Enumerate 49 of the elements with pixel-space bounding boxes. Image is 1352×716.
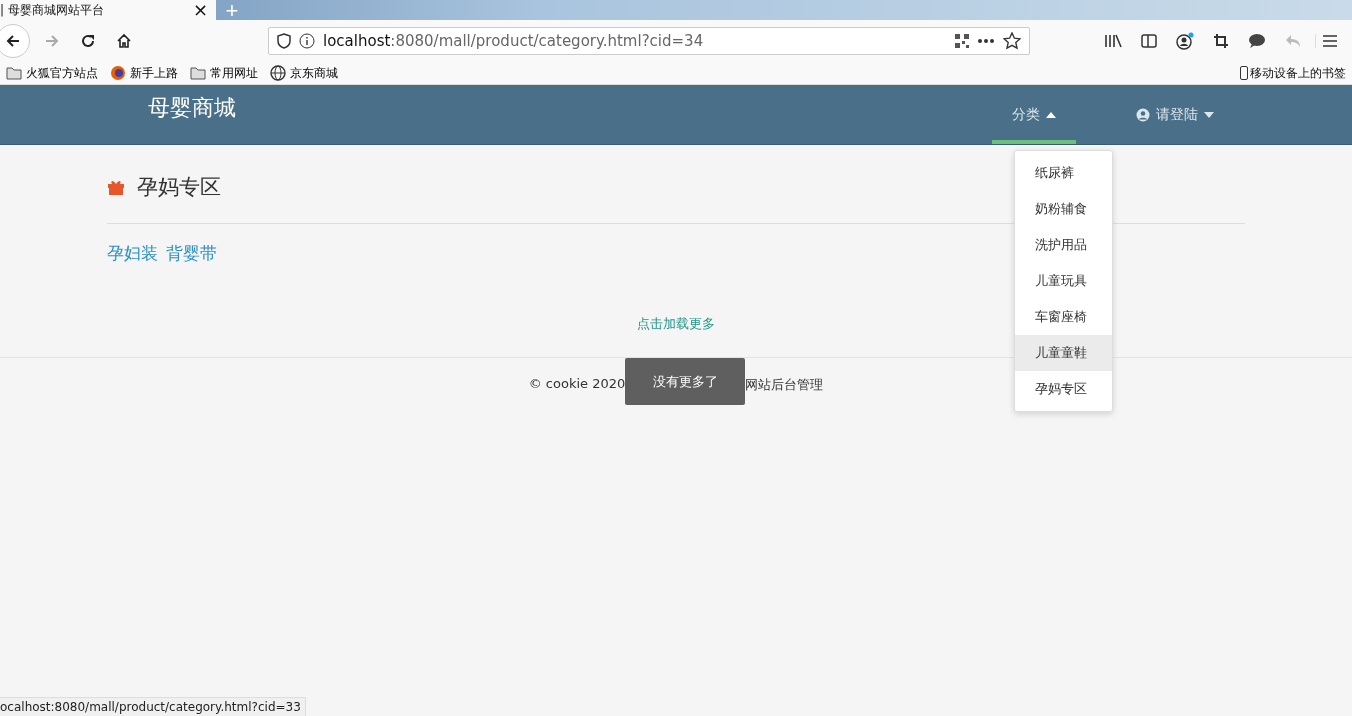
crop-icon[interactable] xyxy=(1213,33,1229,49)
phone-icon xyxy=(1240,66,1248,80)
gift-icon xyxy=(107,178,125,196)
category-menu[interactable]: 分类 xyxy=(992,85,1076,144)
chat-icon[interactable] xyxy=(1248,33,1266,49)
star-icon[interactable] xyxy=(1003,32,1021,50)
bookmark-item[interactable]: 京东商城 xyxy=(270,64,338,82)
globe-icon xyxy=(270,65,286,81)
address-bar[interactable]: localhost:8080/mall/product/category.html?cid=34 xyxy=(268,27,1030,55)
toast-message: 没有更多了 xyxy=(625,358,746,405)
caret-down-icon xyxy=(1204,111,1214,118)
bookmark-item[interactable]: 火狐官方站点 xyxy=(6,64,98,82)
browser-tab[interactable]: | 母婴商城网站平台 × xyxy=(0,0,216,20)
bookmark-item[interactable]: 常用网址 xyxy=(190,64,258,82)
login-menu[interactable]: 请登陆 xyxy=(1116,85,1234,144)
bookmark-item[interactable]: 新手上路 xyxy=(110,64,178,82)
dropdown-item[interactable]: 儿童童鞋 xyxy=(1015,335,1112,371)
browser-logo-icon xyxy=(110,65,126,81)
account-icon[interactable] xyxy=(1176,32,1194,50)
tab-title: | 母婴商城网站平台 xyxy=(0,1,104,19)
user-icon xyxy=(1136,107,1150,122)
dropdown-item[interactable]: 儿童玩具 xyxy=(1015,263,1112,299)
caret-up-icon xyxy=(1046,111,1056,118)
copyright-text: © cookie 2020 xyxy=(528,376,626,391)
folder-icon xyxy=(6,66,22,80)
info-icon xyxy=(299,33,315,49)
home-icon[interactable] xyxy=(116,33,132,49)
reload-icon[interactable] xyxy=(80,33,96,49)
folder-icon xyxy=(190,66,206,80)
qr-code-icon[interactable] xyxy=(955,34,969,48)
site-logo[interactable]: 母婴商城 xyxy=(148,93,236,144)
sidebar-icon[interactable] xyxy=(1141,33,1157,49)
close-icon[interactable]: × xyxy=(192,1,208,19)
menu-icon[interactable] xyxy=(1322,34,1338,48)
dropdown-item[interactable]: 奶粉辅食 xyxy=(1015,191,1112,227)
bookmark-item[interactable]: 移动设备上的书签 xyxy=(1250,64,1346,82)
shield-icon xyxy=(277,33,291,49)
section-title: 孕妈专区 xyxy=(137,174,221,201)
dropdown-item[interactable]: 孕妈专区 xyxy=(1015,371,1112,407)
admin-link[interactable]: 网站后台管理 xyxy=(745,376,824,394)
back-icon[interactable] xyxy=(5,33,21,49)
load-more-link[interactable]: 点击加载更多 xyxy=(637,315,715,337)
dropdown-item[interactable]: 车窗座椅 xyxy=(1015,299,1112,335)
status-url: ocalhost:8080/mall/product/category.html?cid=33 xyxy=(0,700,301,714)
library-icon[interactable] xyxy=(1104,33,1122,49)
dropdown-item[interactable]: 纸尿裤 xyxy=(1015,155,1112,191)
dropdown-item[interactable]: 洗护用品 xyxy=(1015,227,1112,263)
back-button[interactable] xyxy=(0,24,30,58)
more-icon[interactable] xyxy=(977,38,995,44)
